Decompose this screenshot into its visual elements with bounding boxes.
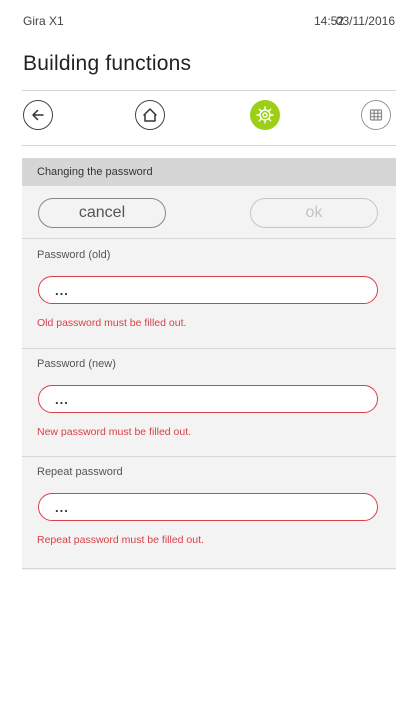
status-bar: Gira X1 14:52 03/11/2016	[22, 14, 396, 34]
password-form: Changing the password cancel ok Password…	[22, 158, 396, 570]
divider	[22, 456, 396, 457]
repeat-password-label: Repeat password	[37, 466, 123, 478]
divider	[22, 145, 396, 146]
old-password-label: Password (old)	[37, 249, 111, 261]
new-password-value: ...	[55, 392, 69, 407]
grid-view-button[interactable]	[361, 100, 391, 130]
nav-bar	[22, 98, 396, 136]
status-date: 03/11/2016	[335, 14, 395, 28]
settings-icon	[256, 106, 274, 124]
new-password-error: New password must be filled out.	[37, 426, 192, 438]
divider	[22, 90, 396, 91]
divider	[22, 568, 396, 569]
divider	[22, 238, 396, 239]
settings-button[interactable]	[250, 100, 280, 130]
page-title: Building functions	[23, 52, 192, 75]
cancel-button[interactable]: cancel	[38, 198, 166, 228]
divider	[22, 348, 396, 349]
back-icon	[32, 109, 44, 121]
new-password-label: Password (new)	[37, 358, 116, 370]
home-icon	[143, 108, 157, 122]
repeat-password-input[interactable]: ...	[38, 493, 378, 521]
old-password-error: Old password must be filled out.	[37, 317, 187, 329]
repeat-password-error: Repeat password must be filled out.	[37, 534, 204, 546]
grid-icon	[369, 109, 383, 121]
home-button[interactable]	[135, 100, 165, 130]
section-header: Changing the password	[22, 158, 396, 186]
ok-button[interactable]: ok	[250, 198, 378, 228]
new-password-input[interactable]: ...	[38, 385, 378, 413]
app-screen: Gira X1 14:52 03/11/2016 Building functi…	[22, 0, 396, 715]
back-button[interactable]	[23, 100, 53, 130]
section-title: Changing the password	[37, 166, 153, 178]
old-password-input[interactable]: ...	[38, 276, 378, 304]
repeat-password-value: ...	[55, 500, 69, 515]
old-password-value: ...	[55, 283, 69, 298]
app-name: Gira X1	[23, 14, 64, 28]
